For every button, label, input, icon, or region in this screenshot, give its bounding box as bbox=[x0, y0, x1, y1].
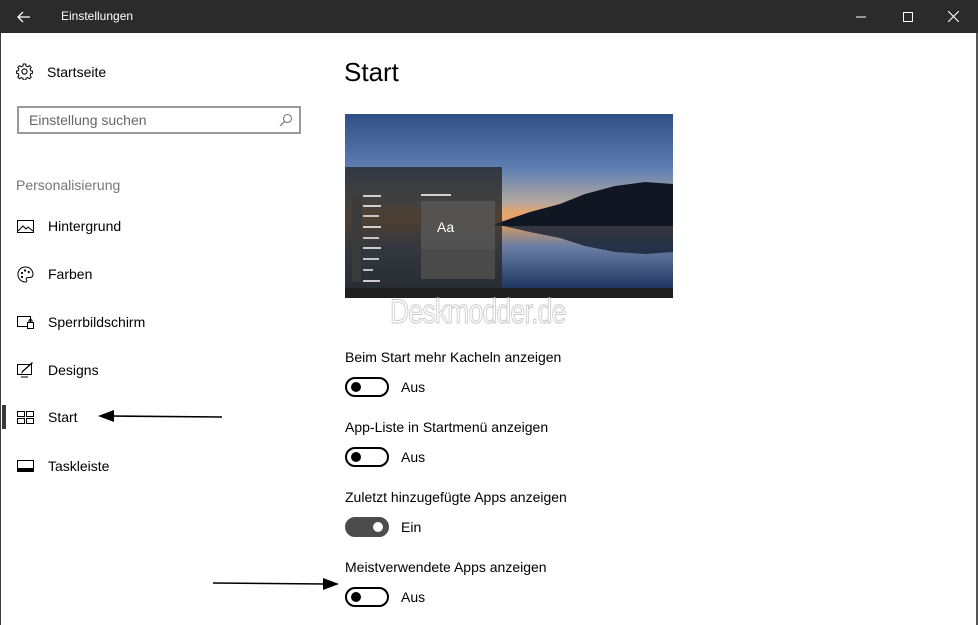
sidebar-item-label: Hintergrund bbox=[48, 218, 122, 234]
start-tiles-icon bbox=[16, 408, 34, 426]
maximize-button[interactable] bbox=[885, 0, 931, 33]
page-title: Start bbox=[344, 57, 399, 87]
close-button[interactable] bbox=[930, 0, 976, 33]
settings-search[interactable] bbox=[17, 106, 301, 134]
sidebar-item-taskleiste[interactable]: Taskleiste bbox=[16, 454, 109, 478]
sidebar-item-start[interactable]: Start bbox=[16, 405, 78, 429]
gear-icon bbox=[16, 63, 33, 80]
section-heading: Personalisierung bbox=[16, 177, 121, 193]
annotation-arrow-left bbox=[98, 410, 223, 422]
start-preview-image: Aa bbox=[345, 114, 673, 298]
sidebar-item-sperrbildschirm[interactable]: Sperrbildschirm bbox=[16, 310, 145, 334]
lockscreen-icon bbox=[16, 313, 34, 331]
designs-icon bbox=[16, 361, 34, 379]
sidebar-item-farben[interactable]: Farben bbox=[16, 262, 92, 286]
setting-more-tiles-label: Beim Start mehr Kacheln anzeigen bbox=[345, 349, 562, 365]
back-arrow-icon bbox=[17, 11, 30, 22]
sidebar-item-label: Designs bbox=[48, 362, 99, 378]
window-border-left bbox=[0, 33, 1, 625]
minimize-icon bbox=[856, 16, 866, 17]
maximize-icon bbox=[903, 11, 913, 22]
preview-tile-text: Aa bbox=[437, 219, 454, 235]
title-bar: Einstellungen bbox=[0, 0, 978, 33]
palette-icon bbox=[16, 265, 34, 283]
toggle-app-list[interactable] bbox=[345, 447, 389, 467]
toggle-most-used[interactable] bbox=[345, 587, 389, 607]
sidebar-home-label: Startseite bbox=[47, 63, 107, 80]
toggle-knob bbox=[351, 452, 361, 462]
toggle-knob bbox=[373, 522, 383, 532]
setting-app-list-label: App-Liste in Startmenü anzeigen bbox=[345, 419, 549, 435]
toggle-state-label: Aus bbox=[401, 449, 426, 465]
taskbar-icon bbox=[16, 457, 34, 475]
search-icon[interactable] bbox=[279, 113, 293, 127]
sidebar-home[interactable]: Startseite bbox=[16, 63, 106, 80]
toggle-state-label: Aus bbox=[401, 379, 426, 395]
sidebar-item-label: Sperrbildschirm bbox=[48, 314, 146, 330]
sidebar-item-hintergrund[interactable]: Hintergrund bbox=[16, 214, 121, 238]
toggle-state-label: Aus bbox=[401, 589, 426, 605]
toggle-state-label: Ein bbox=[401, 519, 422, 535]
sidebar-item-label: Taskleiste bbox=[48, 458, 110, 474]
close-icon bbox=[947, 11, 959, 22]
watermark: Deskmodder.de bbox=[390, 293, 567, 332]
picture-icon bbox=[16, 217, 34, 235]
sidebar-item-label: Start bbox=[48, 409, 78, 425]
minimize-button[interactable] bbox=[838, 0, 884, 33]
back-button[interactable] bbox=[0, 0, 48, 33]
setting-recent-apps-label: Zuletzt hinzugefügte Apps anzeigen bbox=[345, 489, 567, 505]
sidebar-item-label: Farben bbox=[48, 266, 93, 282]
sidebar-item-designs[interactable]: Designs bbox=[16, 358, 99, 382]
toggle-recent-apps[interactable] bbox=[345, 517, 389, 537]
setting-most-used-label: Meistverwendete Apps anzeigen bbox=[345, 559, 547, 575]
window-title: Einstellungen bbox=[61, 9, 134, 23]
search-input[interactable] bbox=[19, 108, 279, 132]
annotation-arrow-right bbox=[212, 578, 339, 590]
toggle-more-tiles[interactable] bbox=[345, 377, 389, 397]
toggle-knob bbox=[351, 382, 361, 392]
toggle-knob bbox=[351, 592, 361, 602]
selection-indicator bbox=[2, 405, 6, 429]
